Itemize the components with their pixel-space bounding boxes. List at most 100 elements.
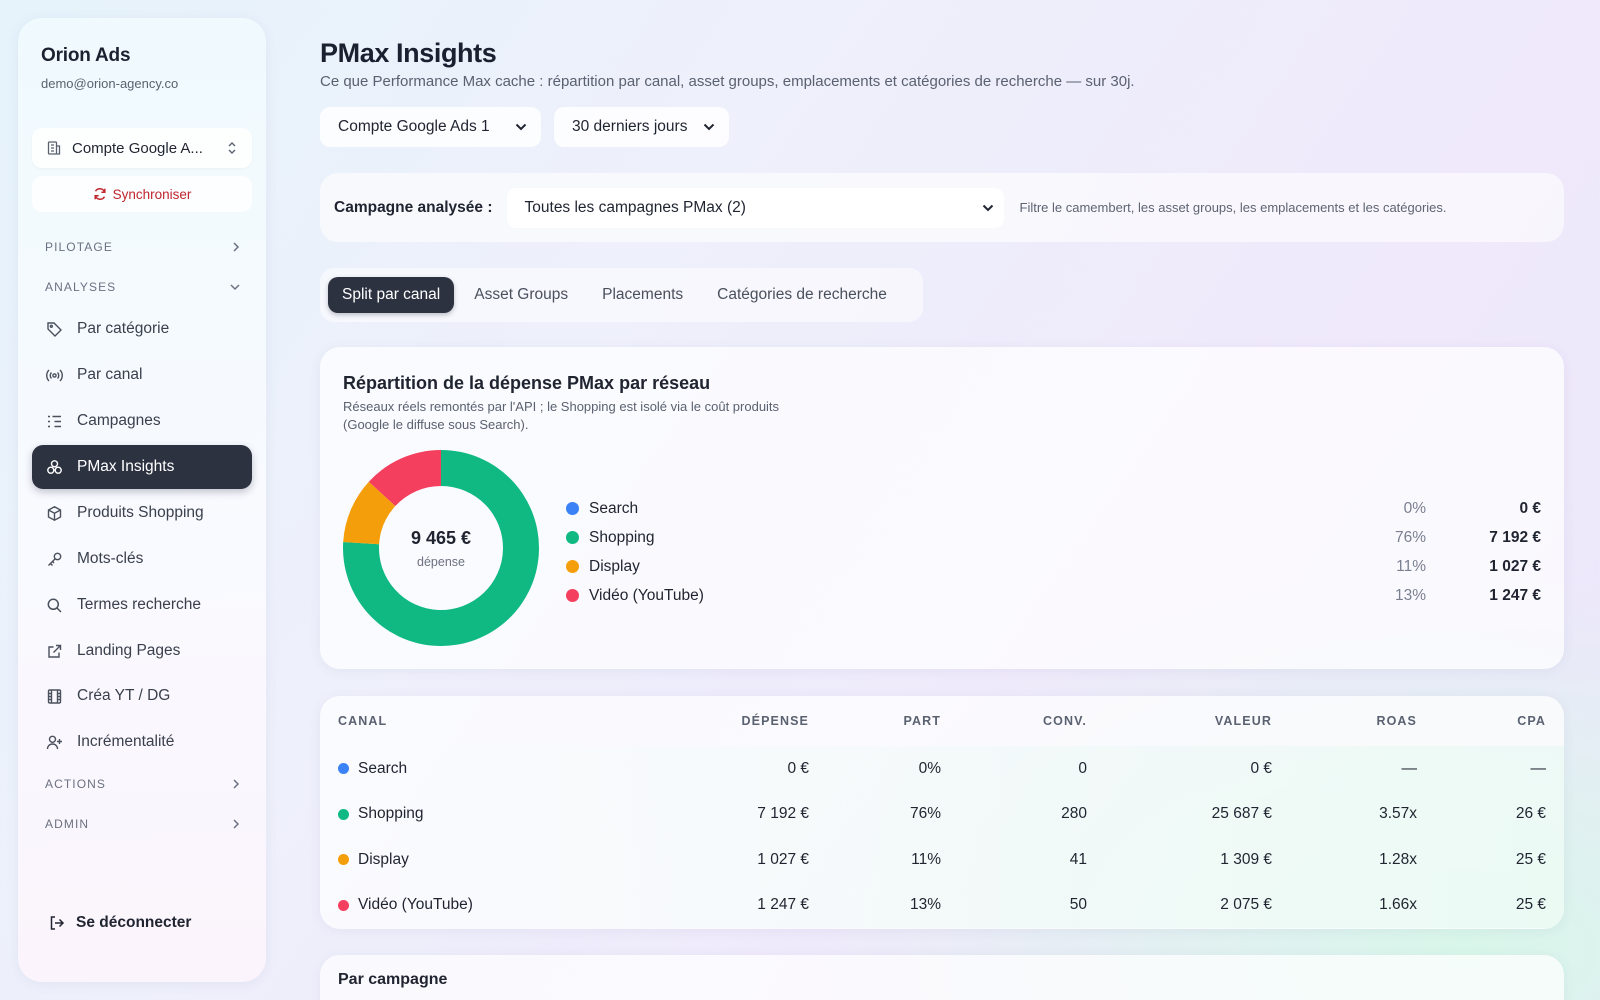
chevron-right-icon (233, 779, 240, 789)
spend-split-card: Répartition de la dépense PMax par résea… (320, 347, 1564, 669)
section-admin[interactable]: ADMIN (45, 817, 241, 831)
account-select[interactable]: Compte Google A... (32, 128, 252, 168)
chevron-down-icon (230, 284, 240, 291)
col-header-depense[interactable]: DÉPENSE (620, 696, 809, 746)
donut-caption: dépense (417, 554, 465, 569)
section-pilotage[interactable]: PILOTAGE (45, 240, 241, 254)
sidebar-item-pmax-insights[interactable]: PMax Insights (32, 445, 252, 489)
key-icon (48, 552, 62, 566)
chevron-down-icon (703, 123, 715, 131)
sidebar-item-campagnes[interactable]: Campagnes (32, 399, 252, 443)
external-link-icon (48, 644, 62, 658)
per-campaign-title: Par campagne (338, 971, 448, 988)
page-subtitle: Ce que Performance Max cache : répartiti… (320, 73, 1135, 90)
sidebar-item-label: Landing Pages (77, 642, 181, 659)
sidebar-item-landing-pages[interactable]: Landing Pages (32, 629, 252, 673)
account-filter-value: Compte Google Ads 1 (338, 118, 490, 135)
legend-value: 0 € (1519, 499, 1541, 517)
period-filter-select[interactable]: 30 derniers jours (554, 107, 729, 147)
tab-asset-groups[interactable]: Asset Groups (460, 277, 582, 313)
legend-item: Display 11% 1 027 € (566, 552, 1541, 581)
legend-item: Vidéo (YouTube) 13% 1 247 € (566, 581, 1541, 610)
tab-placements[interactable]: Placements (588, 277, 697, 313)
chart-legend: Search 0% 0 € Shopping 76% 7 192 € Display 11% 1… (566, 494, 1541, 610)
sidebar-item-crea-yt-dg[interactable]: Créa YT / DG (32, 674, 252, 718)
sidebar-item-incrementalite[interactable]: Incrémentalité (32, 720, 252, 764)
legend-percent: 0% (1403, 499, 1426, 517)
sidebar-item-label: PMax Insights (77, 458, 175, 475)
search-icon (47, 598, 62, 613)
col-header-conv[interactable]: CONV. (941, 696, 1087, 746)
legend-value: 1 027 € (1489, 557, 1541, 575)
channel-swatch (338, 854, 349, 866)
cell-roas: 3.57x (1379, 805, 1417, 823)
cell-canal: Search (320, 746, 620, 792)
sidebar-item-par-canal[interactable]: Par canal (32, 353, 252, 397)
tab-categories-recherche[interactable]: Catégories de recherche (703, 277, 901, 313)
sidebar-item-termes-recherche[interactable]: Termes recherche (32, 583, 252, 627)
cell-depense: 1 247 € (757, 896, 809, 914)
cell-part: 13% (909, 896, 941, 914)
film-icon (47, 688, 62, 704)
tag-icon (47, 321, 62, 337)
chart-subtitle: Réseaux réels remontés par l'API ; le Sh… (343, 399, 780, 432)
account-filter-select[interactable]: Compte Google Ads 1 (320, 107, 541, 147)
sidebar-item-mots-cles[interactable]: Mots-clés (32, 537, 252, 581)
col-header-cpa[interactable]: CPA (1417, 696, 1564, 746)
sidebar-item-par-categorie[interactable]: Par catégorie (32, 307, 252, 351)
donut-center: 9 465 € dépense (343, 450, 539, 646)
broadcast-icon (46, 369, 63, 381)
col-header-canal[interactable]: CANAL (320, 696, 620, 746)
cell-canal: Vidéo (YouTube) (320, 883, 620, 929)
sidebar-item-produits-shopping[interactable]: Produits Shopping (32, 491, 252, 535)
table-row[interactable]: Search 0 € 0% 0 0 € — — (320, 746, 1564, 792)
legend-percent: 11% (1396, 557, 1426, 575)
tab-split-par-canal[interactable]: Split par canal (328, 277, 455, 313)
channel-table-card: CANAL DÉPENSE PART CONV. VALEUR ROAS CPA… (320, 696, 1564, 929)
cell-cpa: — (1530, 759, 1547, 777)
box-icon (47, 505, 62, 521)
col-header-valeur[interactable]: VALEUR (1087, 696, 1272, 746)
cell-conv: 50 (1069, 896, 1087, 914)
legend-swatch (566, 502, 579, 515)
legend-percent: 76% (1394, 528, 1426, 546)
view-tabs: Split par canal Asset Groups Placements … (320, 268, 923, 322)
legend-item: Search 0% 0 € (566, 494, 1541, 523)
table-row[interactable]: Shopping 7 192 € 76% 280 25 687 € 3.57x 26 € (320, 791, 1564, 837)
user-email: demo@orion-agency.co (41, 76, 179, 91)
section-actions[interactable]: ACTIONS (45, 777, 241, 791)
list-icon (48, 415, 61, 427)
cell-conv: 280 (1061, 805, 1087, 823)
donut-total: 9 465 € (410, 527, 472, 548)
legend-label: Shopping (589, 528, 655, 546)
col-header-roas[interactable]: ROAS (1272, 696, 1417, 746)
sidebar-item-label: Mots-clés (77, 550, 144, 567)
campaign-filter-label: Campagne analysée : (334, 198, 493, 216)
cell-depense: 1 027 € (757, 850, 809, 868)
period-filter-value: 30 derniers jours (572, 118, 688, 135)
cell-part: 76% (909, 805, 941, 823)
section-analyses[interactable]: ANALYSES (45, 280, 241, 294)
cell-cpa: 25 € (1515, 850, 1546, 868)
sync-button[interactable]: Synchroniser (32, 176, 252, 212)
chevron-updown-icon (228, 142, 236, 154)
campaign-select-value: Toutes les campagnes PMax (2) (524, 198, 746, 216)
legend-value: 1 247 € (1489, 586, 1541, 604)
table-row[interactable]: Display 1 027 € 11% 41 1 309 € 1.28x 25 € (320, 837, 1564, 883)
logout-button[interactable]: Se déconnecter (48, 914, 191, 932)
cell-valeur: 25 687 € (1211, 805, 1272, 823)
cell-part: 11% (911, 850, 941, 868)
legend-swatch (566, 531, 579, 544)
channel-swatch (338, 763, 349, 775)
legend-label: Vidéo (YouTube) (589, 586, 704, 604)
cell-valeur: 1 309 € (1220, 850, 1272, 868)
legend-percent: 13% (1394, 586, 1426, 604)
cell-cpa: 26 € (1515, 805, 1546, 823)
table-row[interactable]: Vidéo (YouTube) 1 247 € 13% 50 2 075 € 1.66x 2… (320, 882, 1564, 929)
col-header-part[interactable]: PART (809, 696, 941, 746)
cell-cpa: 25 € (1515, 896, 1546, 914)
channel-name: Search (358, 759, 408, 777)
per-campaign-card: Par campagne (320, 955, 1564, 1000)
section-analyses-label: ANALYSES (45, 280, 117, 294)
campaign-select[interactable]: Toutes les campagnes PMax (2) (506, 187, 1004, 228)
